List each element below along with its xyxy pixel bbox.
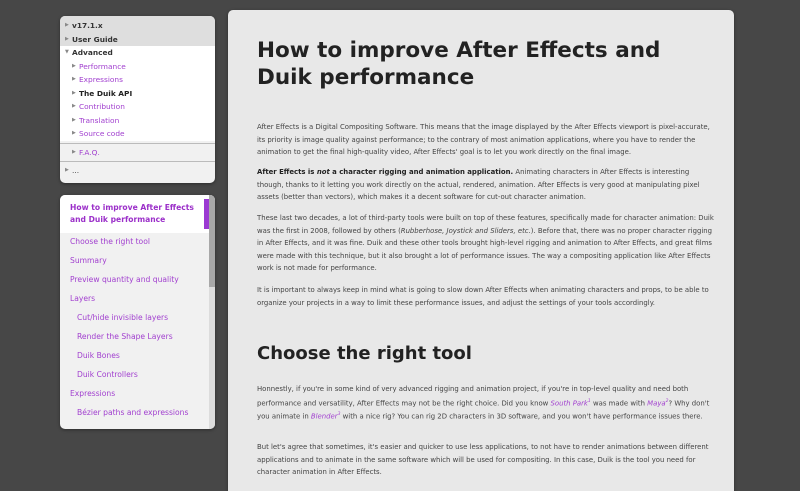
nav-version[interactable]: ▶ v17.1.x xyxy=(60,19,215,33)
south-park-link[interactable]: South Park xyxy=(550,399,587,407)
toc-panel: How to improve After Effects and Duik pe… xyxy=(60,195,215,429)
nav-divider xyxy=(60,142,215,144)
triangle-right-icon: ▶ xyxy=(65,22,69,28)
triangle-right-icon: ▶ xyxy=(72,130,76,136)
nav-item-translation-label: Translation xyxy=(79,115,120,125)
nav-advanced[interactable]: ▼ Advanced xyxy=(60,46,215,60)
toc-item-preview[interactable]: Preview quantity and quality xyxy=(70,275,179,284)
triangle-right-icon: ▶ xyxy=(65,167,69,173)
triangle-down-icon: ▼ xyxy=(65,49,69,55)
article-content: How to improve After Effects and Duik pe… xyxy=(228,10,734,491)
nav-item-contribution[interactable]: ▶ Contribution xyxy=(60,100,215,114)
article-paragraph-2: After Effects is not a character rigging… xyxy=(257,166,717,204)
nav-item-faq[interactable]: ▶ F.A.Q. xyxy=(60,146,215,160)
toc-scrollbar[interactable] xyxy=(209,195,215,429)
article-paragraph-6: But let's agree that sometimes, it's eas… xyxy=(257,443,709,476)
toc-item-layers[interactable]: Layers xyxy=(70,294,95,303)
nav-user-guide[interactable]: ▶ User Guide xyxy=(60,32,215,46)
nav-version-label: v17.1.x xyxy=(72,21,103,30)
paragraph-5-part-b: was made with xyxy=(590,398,648,407)
triangle-right-icon: ▶ xyxy=(65,35,69,42)
article-paragraph-3: These last two decades, a lot of third-p… xyxy=(257,212,717,275)
paragraph-5-part-d: with a nice rig? You can rig 2D characte… xyxy=(340,412,703,421)
paragraph-2-lead-b: a character rigging and animation applic… xyxy=(329,168,514,176)
nav-item-expressions-label: Expressions xyxy=(79,75,123,84)
nav-more[interactable]: ▶ ... xyxy=(60,164,215,178)
triangle-right-icon: ▶ xyxy=(72,116,76,123)
doc-nav-panel: ▶ v17.1.x ▶ User Guide ▼ Advanced ▶ Perf… xyxy=(60,16,215,183)
toc-item-cut-hide-layers[interactable]: Cut/hide invisible layers xyxy=(77,313,168,322)
article-paragraph-5: Honnestly, if you're in some kind of ver… xyxy=(257,383,717,423)
triangle-right-icon: ▶ xyxy=(72,76,76,82)
nav-item-translation[interactable]: ▶ Translation xyxy=(60,113,215,127)
paragraph-2-lead-not: not xyxy=(316,168,330,176)
triangle-right-icon: ▶ xyxy=(72,62,76,69)
nav-item-faq-label: F.A.Q. xyxy=(79,147,100,157)
nav-item-duik-api[interactable]: ▶ The Duik API xyxy=(60,86,215,100)
toc-scrollbar-thumb[interactable] xyxy=(209,195,215,287)
nav-item-contribution-label: Contribution xyxy=(79,102,125,111)
nav-user-guide-label: User Guide xyxy=(72,34,118,44)
nav-advanced-label: Advanced xyxy=(72,48,113,57)
nav-item-performance[interactable]: ▶ Performance xyxy=(60,59,215,73)
article-paragraph-4: It is important to always keep in mind w… xyxy=(257,286,709,307)
page-title: How to improve After Effects and Duik pe… xyxy=(257,38,661,90)
blender-link[interactable]: Blender xyxy=(311,413,338,421)
toc-item-choose-tool[interactable]: Choose the right tool xyxy=(70,237,150,246)
paragraph-2-lead-a: After Effects is xyxy=(257,168,317,176)
triangle-right-icon: ▶ xyxy=(72,103,76,109)
nav-item-expressions[interactable]: ▶ Expressions xyxy=(60,73,215,87)
article-paragraph-1: After Effects is a Digital Compositing S… xyxy=(257,123,710,156)
toc-item-duik-bones[interactable]: Duik Bones xyxy=(77,351,120,360)
triangle-right-icon: ▶ xyxy=(72,89,76,96)
nav-more-label: ... xyxy=(72,166,80,175)
section-title-choose-tool: Choose the right tool xyxy=(257,343,472,364)
toc-item-render-shape-layers[interactable]: Render the Shape Layers xyxy=(77,332,173,341)
toc-item-bezier-paths[interactable]: Bézier paths and expressions xyxy=(77,408,188,417)
toc-item-improve-performance[interactable]: How to improve After Effects and Duik pe… xyxy=(70,202,200,226)
nav-item-source-code-label: Source code xyxy=(79,129,125,138)
nav-item-source-code[interactable]: ▶ Source code xyxy=(60,127,215,141)
toc-item-duik-controllers[interactable]: Duik Controllers xyxy=(77,370,138,379)
maya-link[interactable]: Maya xyxy=(647,399,665,407)
toc-item-expressions[interactable]: Expressions xyxy=(70,389,115,398)
triangle-right-icon: ▶ xyxy=(72,148,76,155)
toc-item-summary[interactable]: Summary xyxy=(70,256,107,265)
paragraph-3-emphasis: Rubberhose, Joystick and Sliders, etc. xyxy=(400,226,531,235)
nav-item-performance-label: Performance xyxy=(79,61,126,71)
nav-item-duik-api-label: The Duik API xyxy=(79,88,133,98)
nav-divider xyxy=(60,161,215,162)
